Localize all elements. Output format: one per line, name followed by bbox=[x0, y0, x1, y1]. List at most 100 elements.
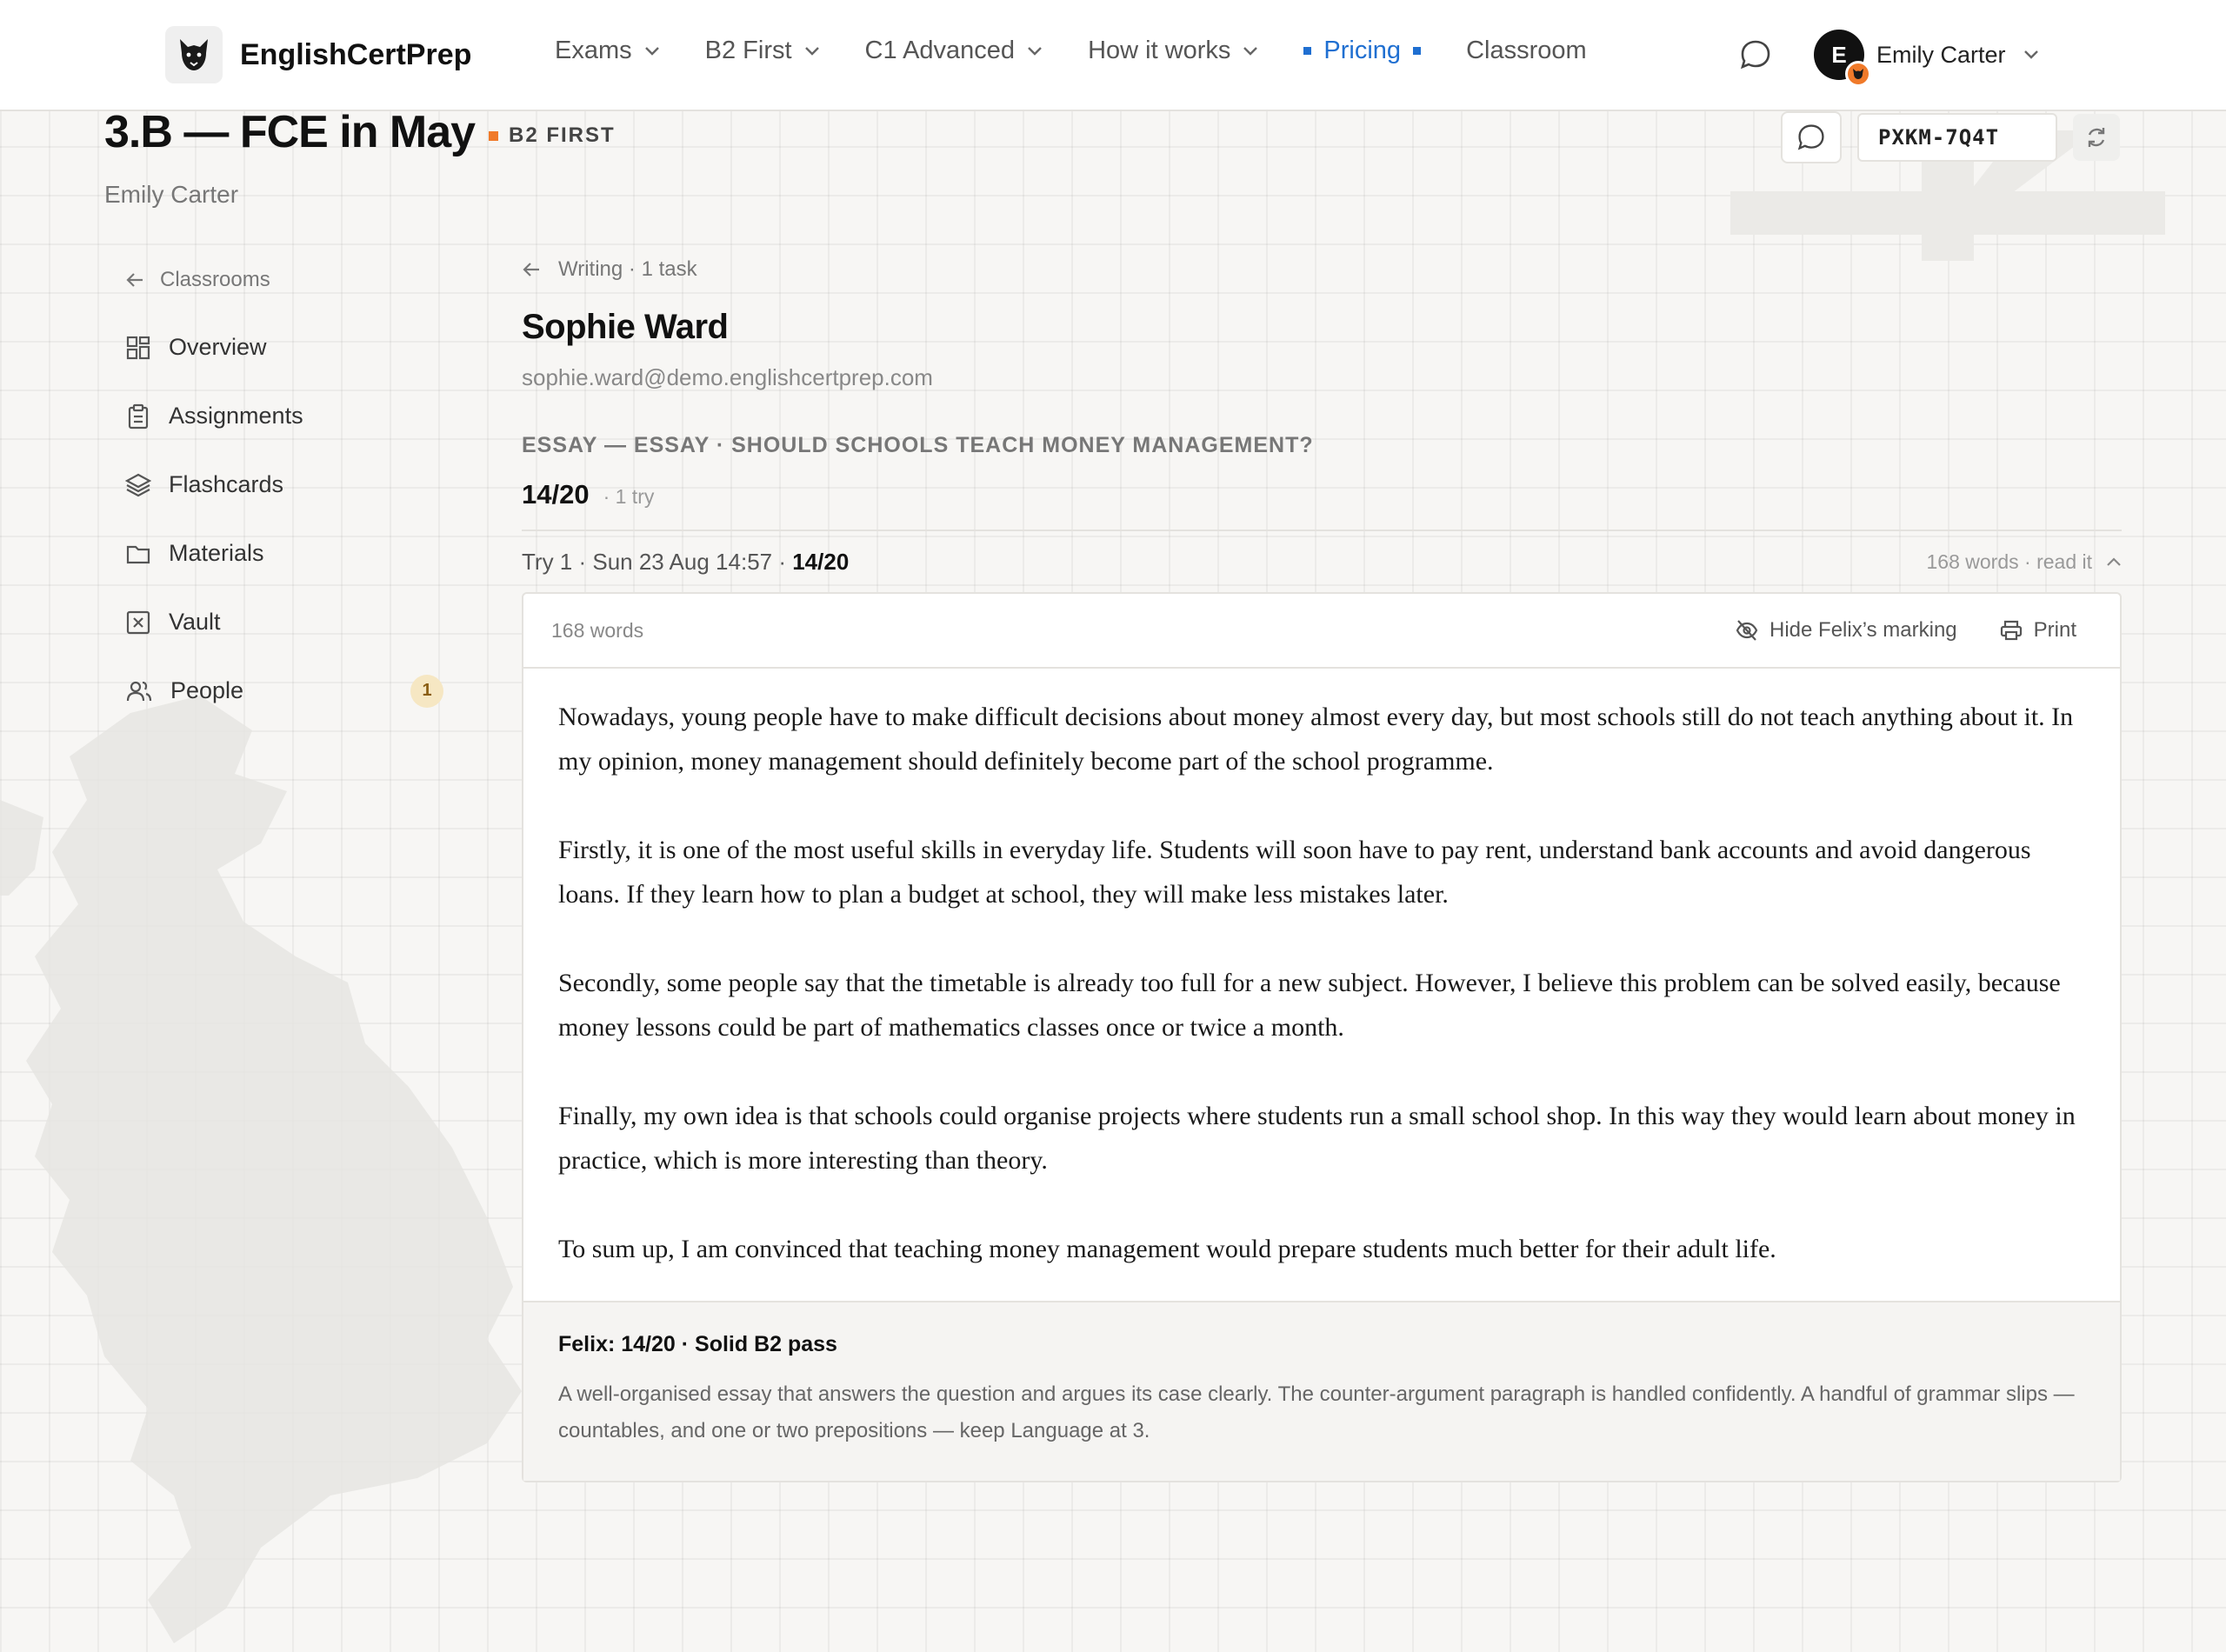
join-code[interactable]: PXKM-7Q4T bbox=[1857, 113, 2057, 162]
nav-pricing[interactable]: Pricing bbox=[1303, 37, 1422, 65]
level-label: B2 FIRST bbox=[509, 123, 616, 147]
feedback-title: Felix: 14/20 · Solid B2 pass bbox=[558, 1332, 837, 1356]
active-marker bbox=[1413, 47, 1422, 55]
nav-label: C1 Advanced bbox=[864, 37, 1016, 64]
nav-c1-advanced[interactable]: C1 Advanced bbox=[865, 37, 1043, 65]
classroom-chat-button[interactable] bbox=[1781, 111, 1842, 163]
essay-paragraph: Firstly, it is one of the most useful sk… bbox=[558, 836, 2031, 909]
sidebar-item-flashcards[interactable]: Flashcards bbox=[125, 450, 456, 519]
vault-icon bbox=[126, 610, 150, 634]
sidebar-item-assignments[interactable]: Assignments bbox=[125, 382, 456, 450]
avatar-initial: E bbox=[1831, 41, 1847, 68]
chat-bubble-icon bbox=[1740, 40, 1770, 70]
arrow-left-icon bbox=[523, 263, 539, 276]
sidebar-item-people[interactable]: People 1 bbox=[125, 656, 456, 725]
student-submission: Writing · 1 task Sophie Ward sophie.ward… bbox=[522, 252, 2122, 1482]
essay-paragraph: Secondly, some people say that the timet… bbox=[558, 969, 2061, 1042]
main-menu: Exams B2 First C1 Advanced How it works … bbox=[555, 37, 1632, 65]
print-label: Print bbox=[2033, 618, 2076, 642]
nav-b2-first[interactable]: B2 First bbox=[705, 37, 820, 65]
chevron-down-icon bbox=[1028, 46, 1042, 56]
nav-exams[interactable]: Exams bbox=[555, 37, 660, 65]
layers-icon bbox=[125, 473, 151, 496]
nav-label: How it works bbox=[1088, 37, 1231, 64]
user-menu[interactable]: E Emily Carter bbox=[1814, 30, 2039, 87]
sidebar-item-label: Vault bbox=[169, 609, 221, 635]
fox-badge-icon bbox=[1845, 61, 1871, 87]
marker-feedback: Felix: 14/20 · Solid B2 pass A well-orga… bbox=[523, 1301, 2120, 1481]
score-value: 14/20 bbox=[522, 479, 590, 510]
sidebar-item-label: Overview bbox=[169, 334, 267, 360]
classroom-sidebar: Classrooms Overview Assignments Flashcar… bbox=[125, 261, 456, 725]
chevron-down-icon bbox=[804, 46, 819, 56]
brand-name: EnglishCertPrep bbox=[240, 37, 472, 71]
active-marker bbox=[1303, 47, 1312, 55]
print-button[interactable]: Print bbox=[1999, 618, 2076, 643]
level-dot bbox=[489, 130, 498, 141]
top-navigation: EnglishCertPrep Exams B2 First C1 Advanc… bbox=[0, 0, 2226, 111]
essay-card-header: 168 words Hide Felix’s marking Print bbox=[523, 594, 2120, 669]
chat-bubble-icon bbox=[1797, 124, 1824, 150]
essay-paragraph: Nowadays, young people have to make diff… bbox=[558, 703, 2074, 776]
nav-label: B2 First bbox=[704, 37, 792, 64]
try-row[interactable]: Try 1 · Sun 23 Aug 14:57 · 14/20 168 wor… bbox=[522, 531, 2122, 592]
grid-icon bbox=[126, 336, 150, 359]
try-toggle[interactable]: 168 words · read it bbox=[1927, 550, 2122, 574]
essay-paragraph: To sum up, I am convinced that teaching … bbox=[558, 1235, 1776, 1263]
classroom-tools: PXKM-7Q4T bbox=[1781, 111, 2120, 163]
avatar: E bbox=[1814, 30, 1871, 87]
sidebar-item-vault[interactable]: Vault bbox=[125, 588, 456, 656]
back-label: Classrooms bbox=[160, 268, 270, 291]
classroom-teacher: Emily Carter bbox=[104, 181, 239, 208]
background-map-illustration bbox=[0, 696, 522, 1643]
try-label: Try 1 · Sun 23 Aug 14:57 · bbox=[522, 548, 793, 575]
essay-actions: Hide Felix’s marking Print bbox=[1693, 618, 2076, 643]
chevron-up-icon bbox=[2107, 557, 2121, 566]
hide-marking-label: Hide Felix’s marking bbox=[1769, 618, 1957, 642]
task-score: 14/20 · 1 try bbox=[522, 479, 2122, 510]
nav-label: Classroom bbox=[1466, 37, 1587, 64]
user-name: Emily Carter bbox=[1876, 41, 2006, 68]
word-count: 168 words bbox=[551, 618, 644, 642]
folder-icon bbox=[126, 545, 150, 563]
try-toggle-label: 168 words · read it bbox=[1926, 550, 2092, 573]
arrow-left-icon bbox=[126, 273, 143, 287]
nav-label: Pricing bbox=[1323, 37, 1402, 64]
chevron-down-icon bbox=[644, 46, 659, 56]
essay-text: Nowadays, young people have to make diff… bbox=[523, 669, 2120, 1301]
eye-off-icon bbox=[1736, 620, 1758, 641]
try-score: 14/20 bbox=[792, 548, 850, 575]
printer-icon bbox=[2000, 620, 2022, 641]
breadcrumb[interactable]: Writing · 1 task bbox=[522, 252, 2122, 287]
student-name: Sophie Ward bbox=[522, 308, 729, 346]
level-badge: B2 FIRST bbox=[489, 123, 616, 148]
back-to-classrooms-link[interactable]: Classrooms bbox=[125, 261, 456, 299]
sidebar-item-label: Flashcards bbox=[169, 471, 284, 497]
people-count-badge: 1 bbox=[410, 674, 443, 708]
try-summary: Try 1 · Sun 23 Aug 14:57 · 14/20 bbox=[522, 549, 849, 576]
essay-paragraph: Finally, my own idea is that schools cou… bbox=[558, 1102, 2076, 1175]
classroom-title: 3.B — FCE in May bbox=[104, 107, 476, 157]
sidebar-item-materials[interactable]: Materials bbox=[125, 519, 456, 588]
sidebar-item-label: Assignments bbox=[169, 403, 303, 429]
people-icon bbox=[126, 681, 152, 701]
chat-button[interactable] bbox=[1739, 38, 1772, 76]
brand[interactable]: EnglishCertPrep bbox=[165, 26, 471, 83]
sidebar-item-label: Materials bbox=[169, 540, 264, 566]
feedback-text: A well-organised essay that answers the … bbox=[558, 1382, 2075, 1442]
hide-marking-button[interactable]: Hide Felix’s marking bbox=[1735, 618, 1957, 643]
fox-logo-icon bbox=[165, 26, 223, 83]
regenerate-code-button[interactable] bbox=[2073, 114, 2120, 161]
nav-label: Exams bbox=[555, 37, 632, 64]
chevron-down-icon bbox=[1243, 46, 1258, 56]
try-count: · 1 try bbox=[603, 485, 655, 508]
clipboard-icon bbox=[128, 403, 149, 429]
refresh-icon bbox=[2088, 128, 2105, 147]
nav-how-it-works[interactable]: How it works bbox=[1088, 37, 1258, 65]
essay-card: 168 words Hide Felix’s marking Print Now… bbox=[522, 592, 2122, 1482]
task-title: ESSAY — ESSAY · SHOULD SCHOOLS TEACH MON… bbox=[522, 433, 1314, 457]
nav-classroom[interactable]: Classroom bbox=[1466, 37, 1587, 65]
chevron-down-icon bbox=[2023, 50, 2038, 59]
sidebar-item-overview[interactable]: Overview bbox=[125, 313, 456, 382]
sidebar-item-label: People bbox=[170, 677, 244, 703]
